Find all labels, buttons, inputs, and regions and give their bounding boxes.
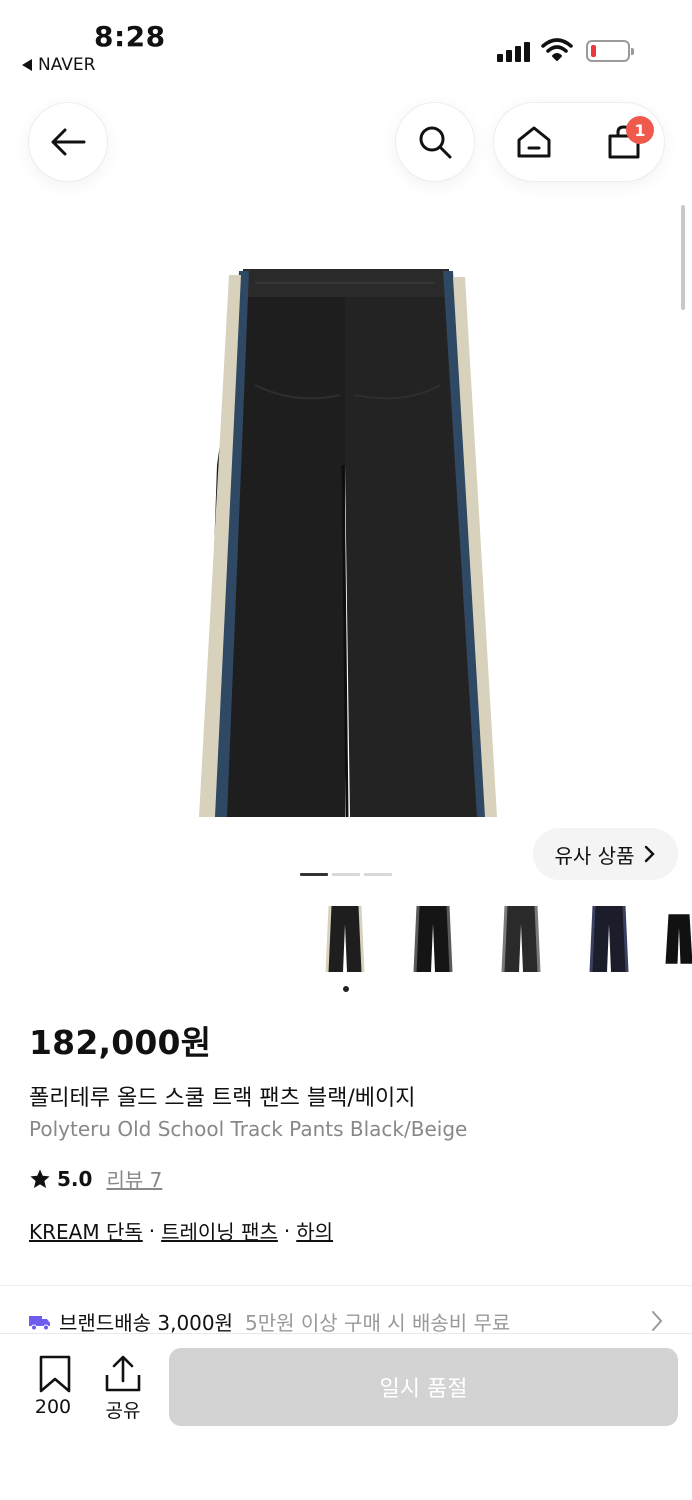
product-name-en: Polyteru Old School Track Pants Black/Be… — [29, 1117, 468, 1141]
thumbnail-item[interactable] — [664, 898, 692, 980]
search-icon — [419, 126, 452, 159]
back-triangle-icon — [22, 59, 32, 71]
battery-icon — [586, 40, 634, 62]
similar-products-button[interactable]: 유사 상품 — [533, 828, 678, 880]
truck-icon — [29, 1315, 50, 1330]
cart-button[interactable] — [588, 106, 660, 178]
scrollbar[interactable] — [681, 205, 685, 310]
thumbnail-item[interactable] — [312, 898, 378, 980]
similar-products-label: 유사 상품 — [554, 843, 635, 868]
share-icon[interactable] — [103, 1355, 143, 1393]
status-time: 8:28 — [94, 20, 166, 53]
shipping-note: 5만원 이상 구매 시 배송비 무료 — [245, 1311, 511, 1335]
thumbnail-item[interactable] — [576, 898, 642, 980]
back-app-label: NAVER — [38, 55, 96, 75]
back-button[interactable] — [29, 103, 107, 181]
gallery-page-1 — [300, 873, 328, 876]
review-link[interactable]: 리뷰 7 — [106, 1164, 162, 1193]
sold-out-button[interactable]: 일시 품절 — [169, 1348, 678, 1426]
arrow-left-icon — [51, 128, 86, 156]
product-image[interactable] — [195, 265, 497, 825]
search-button[interactable] — [396, 103, 474, 181]
share-label: 공유 — [105, 1400, 141, 1422]
signal-icon — [497, 42, 530, 62]
category-link[interactable]: 하의 — [296, 1216, 333, 1245]
gallery-page-3 — [364, 873, 392, 876]
thumbnail-item[interactable] — [400, 898, 466, 980]
cart-badge: 1 — [626, 116, 654, 144]
shipping-info-row[interactable]: 브랜드배송 3,000원 5만원 이상 구매 시 배송비 무료 — [29, 1307, 510, 1336]
product-price: 182,000원 — [29, 1023, 212, 1062]
shipping-label: 브랜드배송 3,000원 — [59, 1311, 234, 1335]
category-link[interactable]: KREAM 단독 — [29, 1216, 143, 1245]
back-to-app-link[interactable]: NAVER — [22, 55, 95, 75]
chevron-right-icon — [652, 1311, 663, 1331]
bookmark-icon[interactable] — [35, 1355, 75, 1393]
status-bar: 8:28 NAVER — [0, 0, 692, 80]
thumbnail-list — [312, 898, 692, 980]
rating-score: 5.0 — [57, 1166, 93, 1191]
chevron-right-icon — [645, 845, 656, 863]
home-button[interactable] — [498, 106, 570, 178]
category-link[interactable]: 트레이닝 팬츠 — [161, 1216, 278, 1245]
star-icon — [30, 1168, 50, 1188]
wifi-icon — [541, 38, 573, 61]
category-separator: · — [148, 1218, 156, 1243]
category-breadcrumb: KREAM 단독 · 트레이닝 팬츠 · 하의 — [29, 1216, 333, 1245]
home-icon — [517, 126, 551, 158]
thumbnail-item[interactable] — [488, 898, 554, 980]
thumbnail-indicator — [343, 986, 349, 992]
product-name-ko: 폴리테루 올드 스쿨 트랙 팬츠 블랙/베이지 — [29, 1086, 416, 1111]
bookmark-count: 200 — [34, 1396, 72, 1418]
rating-row: 5.0 리뷰 7 — [29, 1164, 162, 1193]
category-separator: · — [283, 1218, 291, 1243]
section-divider — [0, 1285, 692, 1286]
gallery-page-2 — [332, 873, 360, 876]
